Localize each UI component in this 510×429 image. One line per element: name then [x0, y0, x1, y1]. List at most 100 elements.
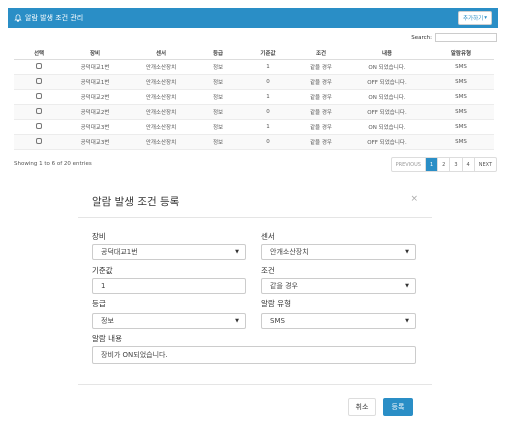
equipment-select-value: 공덕대교1번: [101, 248, 138, 256]
cell-threshold: 0: [240, 134, 296, 150]
condition-select[interactable]: 같을 경우 ▼: [261, 278, 416, 294]
cell-equipment: 공덕대교3번: [64, 119, 126, 135]
content-input-value: 장비가 ON되었습니다.: [101, 351, 168, 359]
cell-content: ON 되었습니다.: [346, 119, 428, 135]
pager-page-1[interactable]: 1: [425, 158, 439, 171]
caret-down-icon: ▼: [405, 318, 409, 324]
column-header-threshold[interactable]: 기준값: [240, 48, 296, 60]
caret-down-icon: ▼: [235, 318, 239, 324]
alarm-type-label: 알람 유형: [261, 299, 291, 308]
sensor-label: 센서: [261, 232, 275, 241]
table-row[interactable]: 공덕대교2번 안개소산장치 정보 0 같을 경우 OFF 되었습니다. SMS: [14, 104, 494, 120]
cell-condition: 같을 경우: [296, 134, 346, 150]
alarm-condition-table: 선택 장비 센서 등급 기준값 조건 내용 알람유형 공덕대교1번 안개소산장치…: [14, 48, 494, 150]
threshold-input-value: 1: [101, 282, 106, 290]
cell-grade: 정보: [196, 89, 240, 105]
table-row[interactable]: 공덕대교1번 안개소산장치 정보 1 같을 경우 ON 되었습니다. SMS: [14, 59, 494, 75]
cell-equipment: 공덕대교2번: [64, 89, 126, 105]
cell-content: ON 되었습니다.: [346, 89, 428, 105]
cell-grade: 정보: [196, 104, 240, 120]
table-info: Showing 1 to 6 of 20 entries: [14, 161, 92, 167]
add-button[interactable]: 추가하기 ▾: [457, 11, 492, 25]
pager-page-4[interactable]: 4: [463, 158, 475, 171]
panel-header: 알람 발생 조건 관리 추가하기 ▾: [8, 8, 498, 28]
checkbox[interactable]: [36, 138, 42, 145]
table-row[interactable]: 공덕대교2번 안개소산장치 정보 1 같을 경우 ON 되었습니다. SMS: [14, 89, 494, 105]
cell-threshold: 0: [240, 74, 296, 90]
sensor-select[interactable]: 안개소산장치 ▼: [261, 244, 416, 260]
column-header-grade[interactable]: 등급: [196, 48, 240, 60]
caret-down-icon: ▼: [235, 249, 239, 255]
equipment-select[interactable]: 공덕대교1번 ▼: [92, 244, 246, 260]
cell-condition: 같을 경우: [296, 74, 346, 90]
threshold-input[interactable]: 1: [92, 278, 246, 294]
cell-alarm-type: SMS: [428, 104, 494, 120]
pager-page-2[interactable]: 2: [438, 158, 451, 171]
grade-label: 등급: [92, 299, 106, 308]
panel-title: 알람 발생 조건 관리: [25, 14, 84, 22]
column-header-select[interactable]: 선택: [14, 48, 64, 60]
modal-footer-divider: [78, 384, 432, 385]
cell-grade: 정보: [196, 74, 240, 90]
condition-select-value: 같을 경우: [270, 282, 298, 290]
sensor-select-value: 안개소산장치: [270, 248, 309, 256]
table-row[interactable]: 공덕대교3번 안개소산장치 정보 0 같을 경우 OFF 되었습니다. SMS: [14, 134, 494, 150]
search-input[interactable]: [435, 33, 497, 42]
column-header-equipment[interactable]: 장비: [64, 48, 126, 60]
pager-previous[interactable]: PREVIOUS: [392, 158, 426, 171]
cell-sensor: 안개소산장치: [126, 119, 196, 135]
content-input[interactable]: 장비가 ON되었습니다.: [92, 346, 416, 364]
cell-alarm-type: SMS: [428, 134, 494, 150]
content-label: 알람 내용: [92, 334, 122, 343]
register-modal: 알람 발생 조건 등록 × 장비 공덕대교1번 ▼ 센서 안개소산장치 ▼ 기준…: [78, 183, 432, 423]
cell-condition: 같을 경우: [296, 119, 346, 135]
threshold-label: 기준값: [92, 266, 113, 275]
cell-sensor: 안개소산장치: [126, 134, 196, 150]
cell-sensor: 안개소산장치: [126, 89, 196, 105]
cell-content: OFF 되었습니다.: [346, 134, 428, 150]
add-button-label: 추가하기: [462, 16, 484, 22]
cell-sensor: 안개소산장치: [126, 59, 196, 75]
grade-select-value: 정보: [101, 317, 114, 325]
cell-content: OFF 되었습니다.: [346, 104, 428, 120]
table-row[interactable]: 공덕대교3번 안개소산장치 정보 1 같을 경우 ON 되었습니다. SMS: [14, 119, 494, 135]
cell-threshold: 0: [240, 104, 296, 120]
caret-down-icon: ▼: [405, 283, 409, 289]
alarm-type-select[interactable]: SMS ▼: [261, 313, 416, 329]
bell-icon: [14, 14, 22, 22]
cell-condition: 같을 경우: [296, 59, 346, 75]
condition-label: 조건: [261, 266, 275, 275]
modal-divider: [78, 217, 432, 218]
column-header-condition[interactable]: 조건: [296, 48, 346, 60]
checkbox[interactable]: [36, 123, 42, 130]
pager-next[interactable]: NEXT: [475, 158, 496, 171]
cell-sensor: 안개소산장치: [126, 74, 196, 90]
column-header-sensor[interactable]: 센서: [126, 48, 196, 60]
checkbox[interactable]: [36, 63, 42, 70]
checkbox[interactable]: [36, 108, 42, 115]
cell-condition: 같을 경우: [296, 104, 346, 120]
cell-sensor: 안개소산장치: [126, 104, 196, 120]
modal-title: 알람 발생 조건 등록: [92, 196, 180, 208]
column-header-content[interactable]: 내용: [346, 48, 428, 60]
cell-alarm-type: SMS: [428, 89, 494, 105]
checkbox[interactable]: [36, 78, 42, 85]
cell-condition: 같을 경우: [296, 89, 346, 105]
close-icon[interactable]: ×: [410, 194, 418, 204]
grade-select[interactable]: 정보 ▼: [92, 313, 246, 329]
cell-equipment: 공덕대교1번: [64, 74, 126, 90]
checkbox[interactable]: [36, 93, 42, 100]
cell-content: OFF 되었습니다.: [346, 74, 428, 90]
cancel-button[interactable]: 취소: [348, 398, 376, 416]
table-row[interactable]: 공덕대교1번 안개소산장치 정보 0 같을 경우 OFF 되었습니다. SMS: [14, 74, 494, 90]
equipment-label: 장비: [92, 232, 106, 241]
cell-alarm-type: SMS: [428, 59, 494, 75]
table-header-row: 선택 장비 센서 등급 기준값 조건 내용 알람유형: [14, 48, 494, 60]
cell-alarm-type: SMS: [428, 119, 494, 135]
cell-threshold: 1: [240, 89, 296, 105]
column-header-alarm-type[interactable]: 알람유형: [428, 48, 494, 60]
cell-equipment: 공덕대교3번: [64, 134, 126, 150]
submit-button[interactable]: 등록: [383, 398, 413, 416]
caret-down-icon: ▾: [484, 15, 487, 21]
pager-page-3[interactable]: 3: [450, 158, 463, 171]
